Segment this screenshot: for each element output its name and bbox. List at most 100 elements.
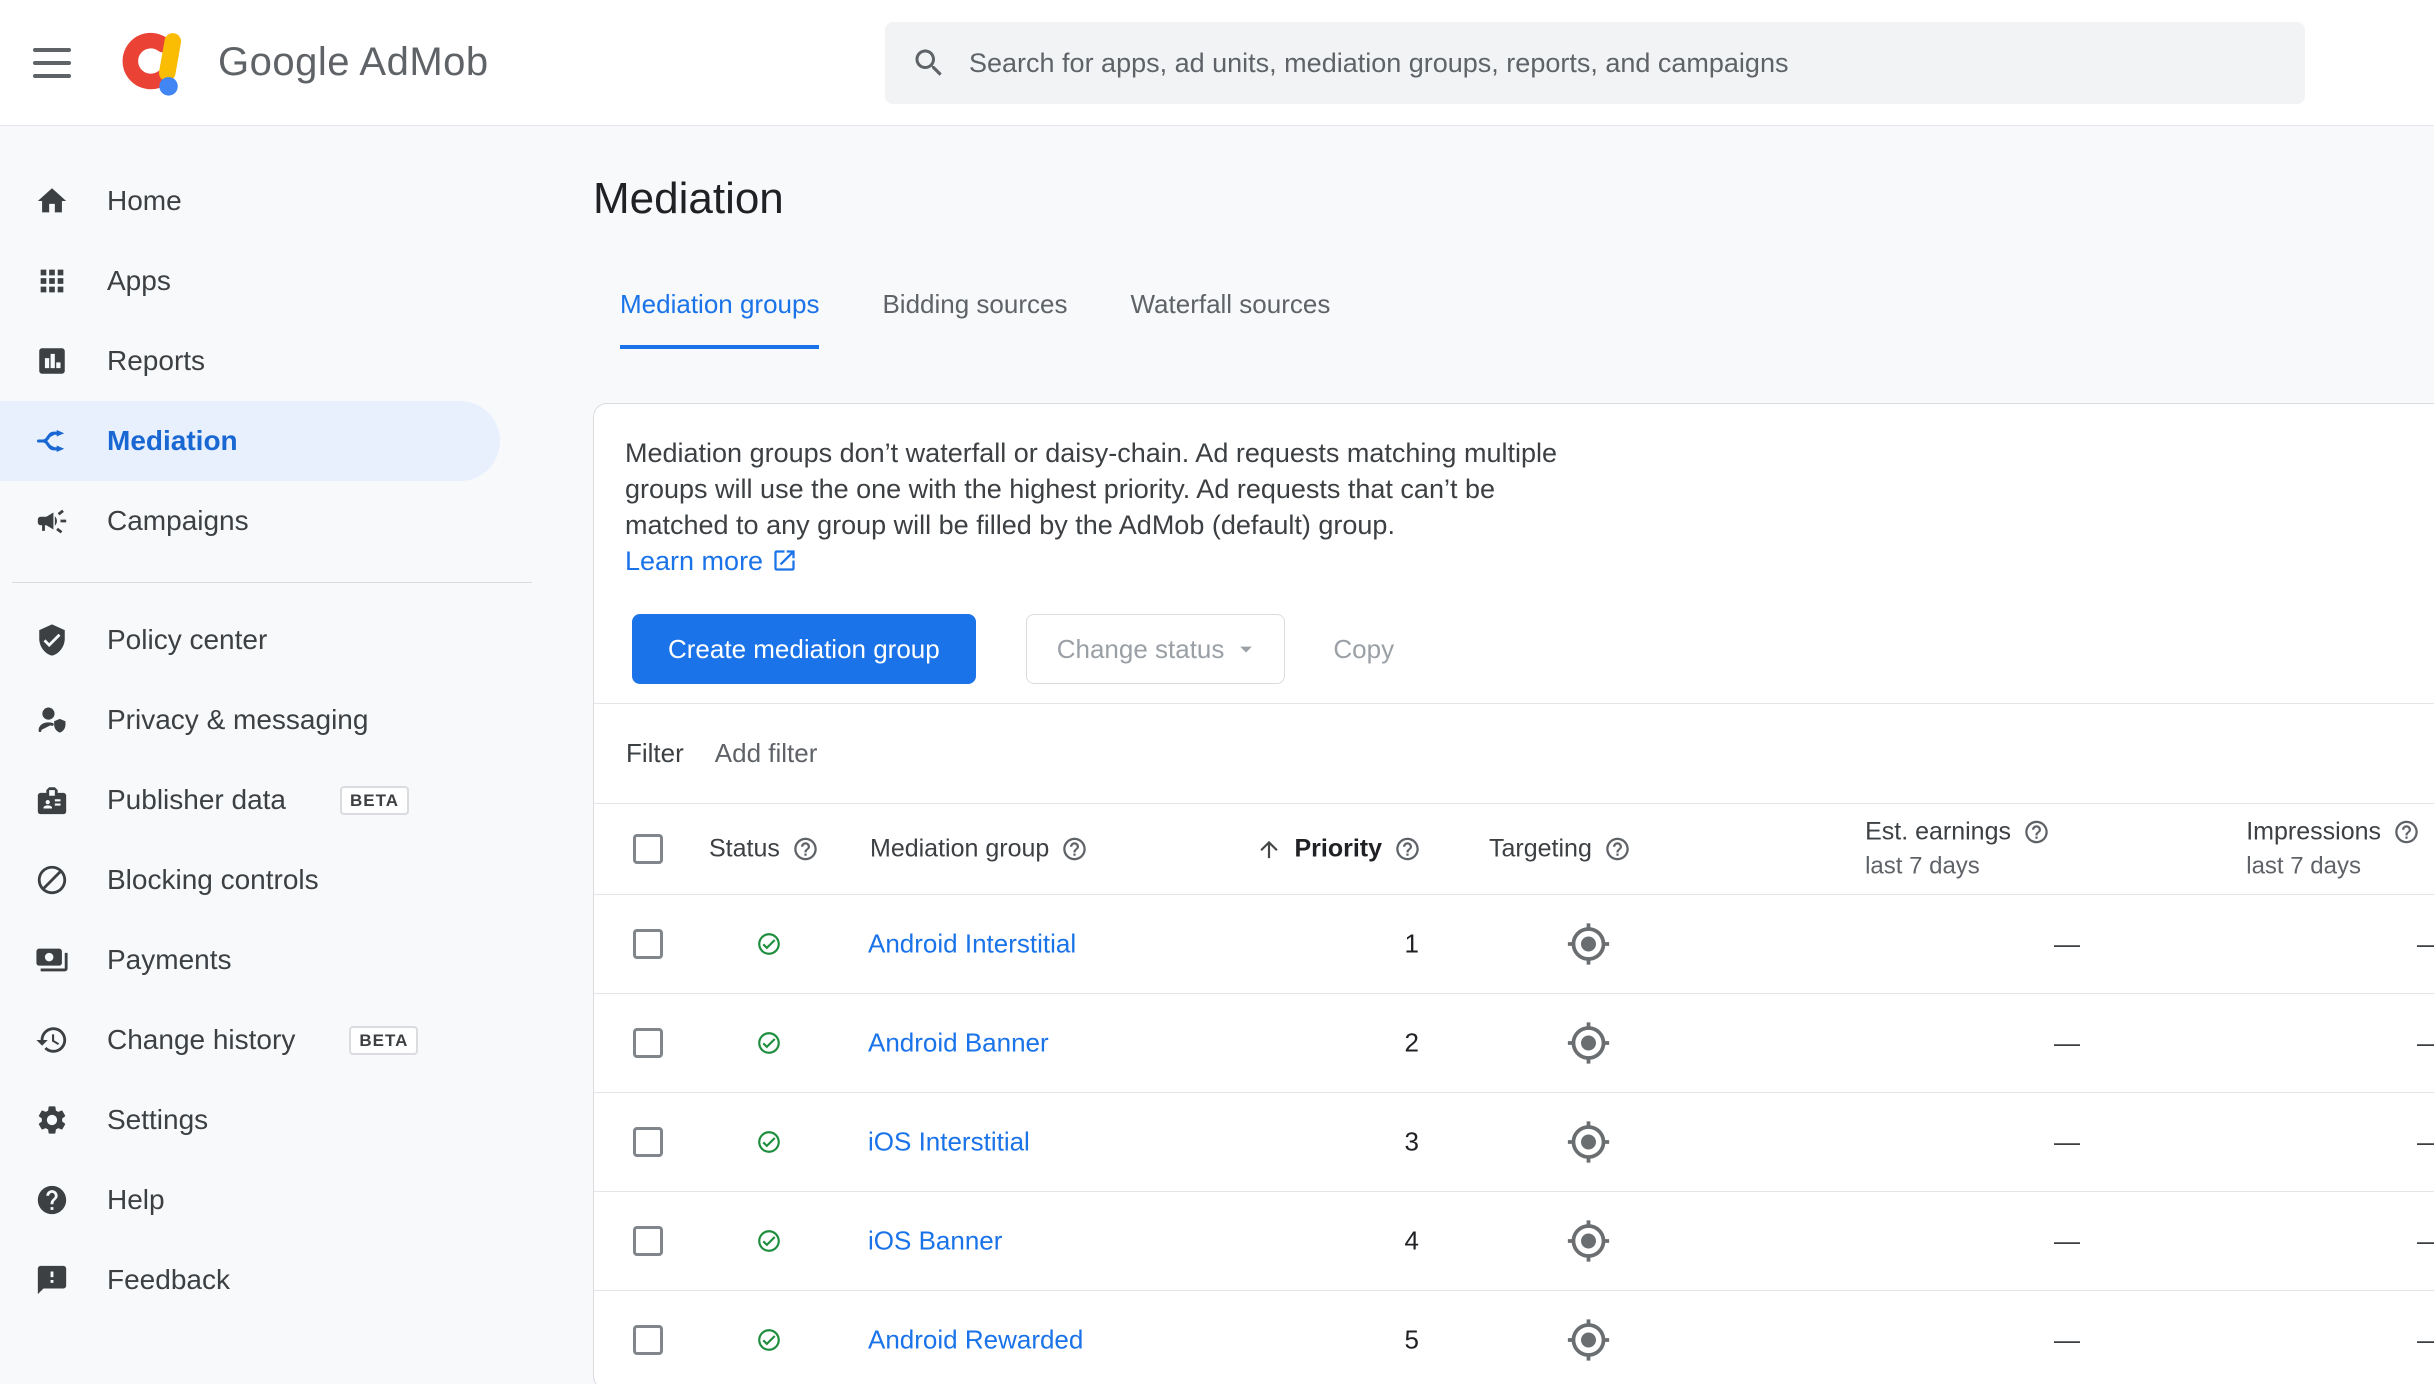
- impressions-value: —: [2417, 1226, 2434, 1257]
- sidebar-item-label: Feedback: [107, 1264, 230, 1295]
- status-enabled-icon: [758, 1329, 780, 1351]
- mediation-group-link[interactable]: Android Rewarded: [868, 1325, 1083, 1356]
- select-all-checkbox[interactable]: [633, 834, 663, 864]
- payments-icon: [36, 948, 68, 972]
- sidebar-item-settings[interactable]: Settings: [0, 1080, 500, 1160]
- sidebar-item-policy-center[interactable]: Policy center: [0, 600, 500, 680]
- sidebar-item-publisher-data[interactable]: Publisher data BETA: [0, 760, 500, 840]
- status-enabled-icon: [758, 933, 780, 955]
- table-row: iOS Banner 4 — —: [594, 1191, 2434, 1290]
- hamburger-menu-icon[interactable]: [33, 47, 71, 78]
- column-header-status: Status: [709, 835, 819, 864]
- sidebar-item-label: Help: [107, 1184, 165, 1215]
- impressions-value: —: [2417, 929, 2434, 960]
- tab-mediation-groups[interactable]: Mediation groups: [620, 289, 820, 349]
- gear-icon: [38, 1106, 66, 1134]
- brand[interactable]: Google AdMob: [118, 28, 489, 98]
- est-earnings-value: —: [2054, 928, 2080, 959]
- search-bar: [885, 22, 2305, 104]
- row-checkbox[interactable]: [633, 929, 663, 959]
- row-checkbox[interactable]: [633, 1028, 663, 1058]
- mediation-group-link[interactable]: iOS Interstitial: [868, 1127, 1030, 1158]
- sidebar-item-help[interactable]: Help: [0, 1160, 500, 1240]
- topbar: Google AdMob: [0, 0, 2434, 126]
- beta-badge: BETA: [349, 1025, 419, 1055]
- chevron-down-icon: [1240, 646, 1253, 653]
- priority-value: 3: [1404, 1126, 1419, 1157]
- table-row: Android Interstitial 1 — —: [594, 894, 2434, 993]
- help-circle-icon[interactable]: [2393, 819, 2420, 846]
- sidebar-item-privacy-messaging[interactable]: Privacy & messaging: [0, 680, 500, 760]
- sidebar-item-mediation[interactable]: Mediation: [0, 401, 500, 481]
- search-icon: [915, 49, 942, 76]
- sidebar-item-label: Reports: [107, 345, 206, 376]
- sidebar-item-blocking-controls[interactable]: Blocking controls: [0, 840, 500, 920]
- mediation-group-link[interactable]: Android Banner: [868, 1028, 1049, 1059]
- tab-bidding-sources[interactable]: Bidding sources: [882, 289, 1067, 349]
- sidebar-item-label: Campaigns: [107, 505, 249, 536]
- help-circle-icon[interactable]: [2023, 819, 2050, 846]
- block-icon: [37, 865, 67, 895]
- help-circle-icon[interactable]: [1061, 836, 1088, 863]
- create-mediation-group-button[interactable]: Create mediation group: [632, 614, 976, 684]
- mediation-group-link[interactable]: Android Interstitial: [868, 929, 1076, 960]
- help-circle-icon[interactable]: [1394, 836, 1421, 863]
- targeting-icon[interactable]: [1566, 922, 1611, 967]
- column-header-est-earnings: Est. earnings last 7 days: [1865, 818, 2050, 881]
- tab-bar: Mediation groups Bidding sources Waterfa…: [620, 289, 2434, 349]
- sidebar-item-label: Apps: [107, 265, 171, 296]
- sidebar-item-campaigns[interactable]: Campaigns: [0, 481, 500, 561]
- sidebar-item-label: Policy center: [107, 624, 268, 655]
- sidebar-item-label: Settings: [107, 1104, 209, 1135]
- brand-text: Google AdMob: [218, 40, 489, 84]
- sidebar-item-payments[interactable]: Payments: [0, 920, 500, 1000]
- priority-value: 5: [1404, 1324, 1419, 1355]
- change-status-button[interactable]: Change status: [1025, 614, 1286, 684]
- mediation-group-link[interactable]: iOS Banner: [868, 1226, 1002, 1257]
- info-text: Mediation groups don’t waterfall or dais…: [625, 438, 1557, 576]
- history-icon: [36, 1027, 67, 1053]
- sidebar-item-apps[interactable]: Apps: [0, 241, 500, 321]
- sidebar-item-label: Home: [107, 185, 182, 216]
- sidebar-item-label: Publisher data: [107, 784, 287, 815]
- column-header-mediation-group: Mediation group: [870, 835, 1088, 864]
- status-enabled-icon: [758, 1230, 780, 1252]
- sidebar-item-feedback[interactable]: Feedback: [0, 1240, 500, 1320]
- person-shield-icon: [38, 707, 66, 733]
- sidebar-item-label: Privacy & messaging: [107, 704, 369, 735]
- filter-label: Filter: [626, 738, 684, 768]
- sidebar-item-label: Blocking controls: [107, 864, 319, 895]
- help-circle-icon[interactable]: [792, 836, 819, 863]
- targeting-icon[interactable]: [1566, 1021, 1611, 1066]
- home-icon: [37, 188, 67, 213]
- targeting-icon[interactable]: [1566, 1318, 1611, 1363]
- sidebar-item-home[interactable]: Home: [0, 161, 500, 241]
- campaigns-megaphone-icon: [37, 509, 67, 534]
- row-checkbox[interactable]: [633, 1325, 663, 1355]
- copy-button[interactable]: Copy: [1321, 634, 1406, 665]
- column-header-priority[interactable]: Priority: [1256, 835, 1421, 864]
- est-earnings-value: —: [2054, 1126, 2080, 1157]
- sidebar-item-label: Change history: [107, 1024, 296, 1055]
- search-input[interactable]: [969, 47, 2279, 79]
- row-checkbox[interactable]: [633, 1226, 663, 1256]
- sidebar-item-reports[interactable]: Reports: [0, 321, 500, 401]
- help-circle-icon[interactable]: [1604, 836, 1631, 863]
- targeting-icon[interactable]: [1566, 1219, 1611, 1264]
- learn-more-link[interactable]: Learn more: [625, 546, 798, 576]
- sort-ascending-arrow-icon: [1260, 840, 1279, 858]
- mediation-groups-card: Mediation groups don’t waterfall or dais…: [593, 403, 2434, 1384]
- sidebar-divider: [12, 582, 532, 583]
- help-icon: [37, 1185, 67, 1215]
- table-row: iOS Interstitial 3 — —: [594, 1092, 2434, 1191]
- sidebar-item-change-history[interactable]: Change history BETA: [0, 1000, 500, 1080]
- tab-waterfall-sources[interactable]: Waterfall sources: [1130, 289, 1330, 349]
- add-filter-button[interactable]: Add filter: [715, 738, 818, 769]
- impressions-value: —: [2417, 1325, 2434, 1356]
- column-header-impressions: Impressions last 7 days: [2246, 818, 2420, 881]
- row-checkbox[interactable]: [633, 1127, 663, 1157]
- sidebar: Home Apps Reports Mediation Campaigns Po…: [0, 126, 560, 1384]
- feedback-icon: [37, 1265, 67, 1295]
- est-earnings-value: —: [2054, 1324, 2080, 1355]
- targeting-icon[interactable]: [1566, 1120, 1611, 1165]
